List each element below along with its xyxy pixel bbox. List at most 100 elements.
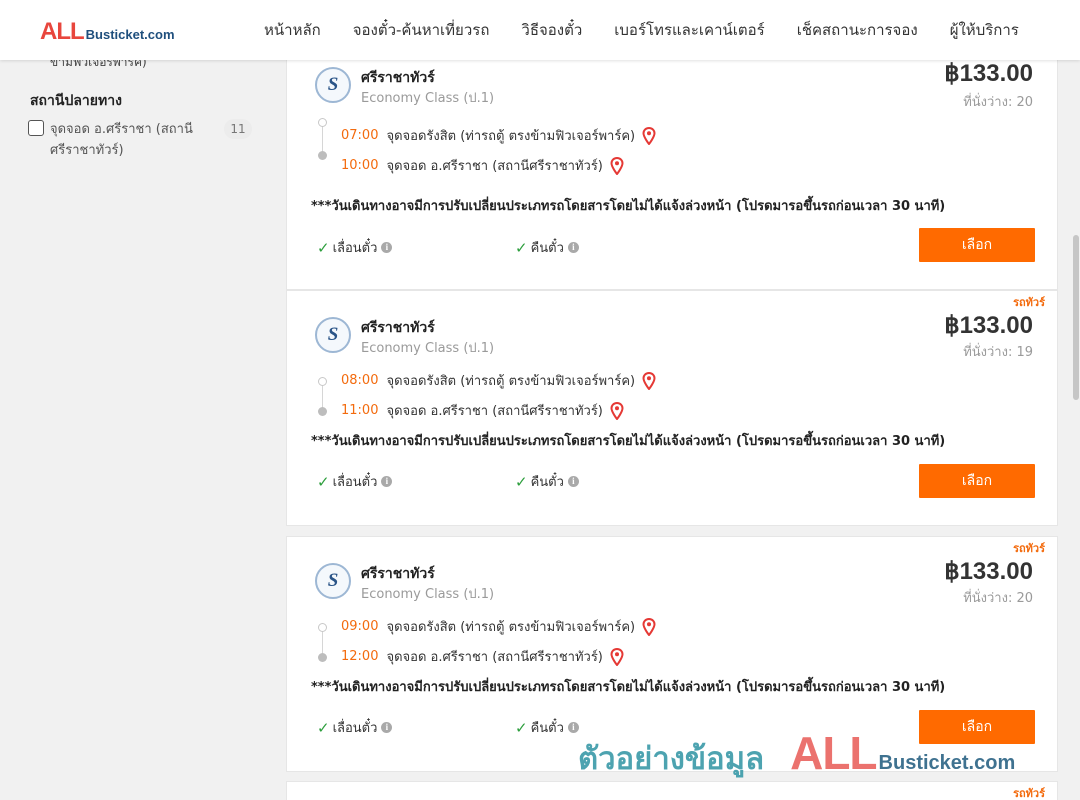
feature-label: เลื่อนตั๋ว (332, 475, 378, 490)
arrive-time: 12:00 (341, 649, 379, 664)
nav-phone-counters[interactable]: เบอร์โทรและเคาน์เตอร์ (614, 18, 764, 42)
arrive-time: 10:00 (341, 158, 379, 173)
page-scrollbar[interactable] (1072, 60, 1080, 800)
trip-price: ฿133.00 (944, 312, 1033, 339)
arrive-dot (318, 653, 327, 662)
bus-type-tag: รถทัวร์ (1013, 787, 1045, 800)
operator-name: ศรีราชาทัวร์ (361, 320, 435, 336)
feature-refund: ✓ คืนตั๋ว i (515, 237, 579, 258)
map-pin-icon[interactable] (641, 617, 657, 636)
logo-all-text: ALL (40, 18, 85, 45)
bus-class: Economy Class (ป.1) (361, 91, 495, 106)
map-pin-icon[interactable] (609, 647, 625, 666)
feature-label: เลื่อนตั๋ว (332, 241, 378, 256)
check-icon: ✓ (515, 238, 528, 257)
depart-row: 08:00 จุดจอดรังสิต (ท่ารถตู้ ตรงข้ามฟิวเ… (341, 370, 657, 391)
main-nav: หน้าหลัก จองตั๋ว-ค้นหาเที่ยวรถ วิธีจองตั… (248, 0, 1035, 60)
filter-checkbox[interactable] (28, 120, 44, 136)
feature-refund: ✓ คืนตั๋ว i (515, 471, 579, 492)
feature-reschedule: ✓ เลื่อนตั๋ว i (317, 471, 393, 492)
site-header: ALL Busticket.com หน้าหลัก จองตั๋ว-ค้นหา… (0, 0, 1080, 60)
logo-domain-text: Busticket.com (85, 27, 175, 42)
feature-reschedule: ✓ เลื่อนตั๋ว i (317, 717, 393, 738)
arrive-row: 10:00 จุดจอด อ.ศรีราชา (สถานีศรีราชาทัวร… (341, 155, 625, 176)
trip-card: S ศรีราชาทัวร์ Economy Class (ป.1) ฿133.… (286, 54, 1058, 290)
check-icon: ✓ (317, 472, 330, 491)
check-icon: ✓ (515, 718, 528, 737)
operator-name: ศรีราชาทัวร์ (361, 566, 435, 582)
map-pin-icon[interactable] (641, 126, 657, 145)
bus-class: Economy Class (ป.1) (361, 341, 495, 356)
filter-title-destination: สถานีปลายทาง (30, 93, 122, 109)
seats-available: ที่นั่งว่าง: 19 (963, 345, 1033, 360)
trip-card: รถทัวร์ (286, 781, 1058, 800)
trip-card: รถทัวร์ S ศรีราชาทัวร์ Economy Class (ป.… (286, 290, 1058, 526)
bus-type-tag: รถทัวร์ (1013, 296, 1045, 309)
operator-logo: S (315, 67, 351, 103)
arrive-dot (318, 151, 327, 160)
seats-available: ที่นั่งว่าง: 20 (963, 95, 1033, 110)
arrive-row: 11:00 จุดจอด อ.ศรีราชา (สถานีศรีราชาทัวร… (341, 400, 625, 421)
depart-row: 09:00 จุดจอดรังสิต (ท่ารถตู้ ตรงข้ามฟิวเ… (341, 616, 657, 637)
scrollbar-thumb[interactable] (1073, 235, 1079, 400)
info-icon[interactable]: i (567, 722, 579, 733)
map-pin-icon[interactable] (609, 156, 625, 175)
check-icon: ✓ (515, 472, 528, 491)
select-trip-button[interactable]: เลือก (919, 710, 1035, 744)
depart-dot (318, 623, 327, 632)
arrive-time: 11:00 (341, 403, 379, 418)
trip-note: ***วันเดินทางอาจมีการปรับเปลี่ยนประเภทรถ… (311, 680, 946, 695)
info-icon[interactable]: i (381, 476, 393, 487)
feature-reschedule: ✓ เลื่อนตั๋ว i (317, 237, 393, 258)
feature-label: คืนตั๋ว (530, 475, 564, 490)
depart-dot (318, 118, 327, 127)
seats-available: ที่นั่งว่าง: 20 (963, 591, 1033, 606)
depart-stop: จุดจอดรังสิต (ท่ารถตู้ ตรงข้ามฟิวเจอร์พา… (386, 374, 636, 389)
operator-logo: S (315, 317, 351, 353)
filter-option-label: จุดจอด อ.ศรีราชา (สถานีศรีราชาทัวร์) (50, 122, 193, 158)
arrive-stop: จุดจอด อ.ศรีราชา (สถานีศรีราชาทัวร์) (386, 650, 603, 665)
info-icon[interactable]: i (567, 476, 579, 487)
feature-refund: ✓ คืนตั๋ว i (515, 717, 579, 738)
select-trip-button[interactable]: เลือก (919, 464, 1035, 498)
filter-option-count: 11 (224, 119, 252, 139)
arrive-dot (318, 407, 327, 416)
operator-name: ศรีราชาทัวร์ (361, 70, 435, 86)
trip-price: ฿133.00 (944, 558, 1033, 585)
nav-operators[interactable]: ผู้ให้บริการ (950, 18, 1019, 42)
depart-time: 08:00 (341, 373, 379, 388)
depart-row: 07:00 จุดจอดรังสิต (ท่ารถตู้ ตรงข้ามฟิวเ… (341, 125, 657, 146)
info-icon[interactable]: i (381, 722, 393, 733)
filter-sidebar: ข้ามฟิวเจอร์พาร์ค) สถานีปลายทาง จุดจอด อ… (0, 55, 270, 800)
map-pin-icon[interactable] (609, 401, 625, 420)
info-icon[interactable]: i (381, 242, 393, 253)
info-icon[interactable]: i (567, 242, 579, 253)
check-icon: ✓ (317, 718, 330, 737)
operator-logo: S (315, 563, 351, 599)
nav-check-booking[interactable]: เช็คสถานะการจอง (797, 18, 918, 42)
depart-time: 07:00 (341, 128, 379, 143)
bus-type-tag: รถทัวร์ (1013, 542, 1045, 555)
trip-note: ***วันเดินทางอาจมีการปรับเปลี่ยนประเภทรถ… (311, 434, 946, 449)
check-icon: ✓ (317, 238, 330, 257)
select-trip-button[interactable]: เลือก (919, 228, 1035, 262)
nav-how-to-book[interactable]: วิธีจองตั๋ว (521, 18, 582, 42)
trip-card: รถทัวร์ S ศรีราชาทัวร์ Economy Class (ป.… (286, 536, 1058, 772)
depart-time: 09:00 (341, 619, 379, 634)
depart-stop: จุดจอดรังสิต (ท่ารถตู้ ตรงข้ามฟิวเจอร์พา… (386, 620, 636, 635)
depart-dot (318, 377, 327, 386)
arrive-stop: จุดจอด อ.ศรีราชา (สถานีศรีราชาทัวร์) (386, 159, 603, 174)
arrive-stop: จุดจอด อ.ศรีราชา (สถานีศรีราชาทัวร์) (386, 404, 603, 419)
nav-home[interactable]: หน้าหลัก (264, 18, 321, 42)
trip-note: ***วันเดินทางอาจมีการปรับเปลี่ยนประเภทรถ… (311, 199, 946, 214)
trip-price: ฿133.00 (944, 60, 1033, 87)
arrive-row: 12:00 จุดจอด อ.ศรีราชา (สถานีศรีราชาทัวร… (341, 646, 625, 667)
bus-class: Economy Class (ป.1) (361, 587, 495, 602)
nav-book-search[interactable]: จองตั๋ว-ค้นหาเที่ยวรถ (353, 18, 490, 42)
feature-label: เลื่อนตั๋ว (332, 721, 378, 736)
depart-stop: จุดจอดรังสิต (ท่ารถตู้ ตรงข้ามฟิวเจอร์พา… (386, 129, 636, 144)
site-logo[interactable]: ALL Busticket.com (40, 18, 175, 46)
feature-label: คืนตั๋ว (530, 721, 564, 736)
map-pin-icon[interactable] (641, 371, 657, 390)
feature-label: คืนตั๋ว (530, 241, 564, 256)
